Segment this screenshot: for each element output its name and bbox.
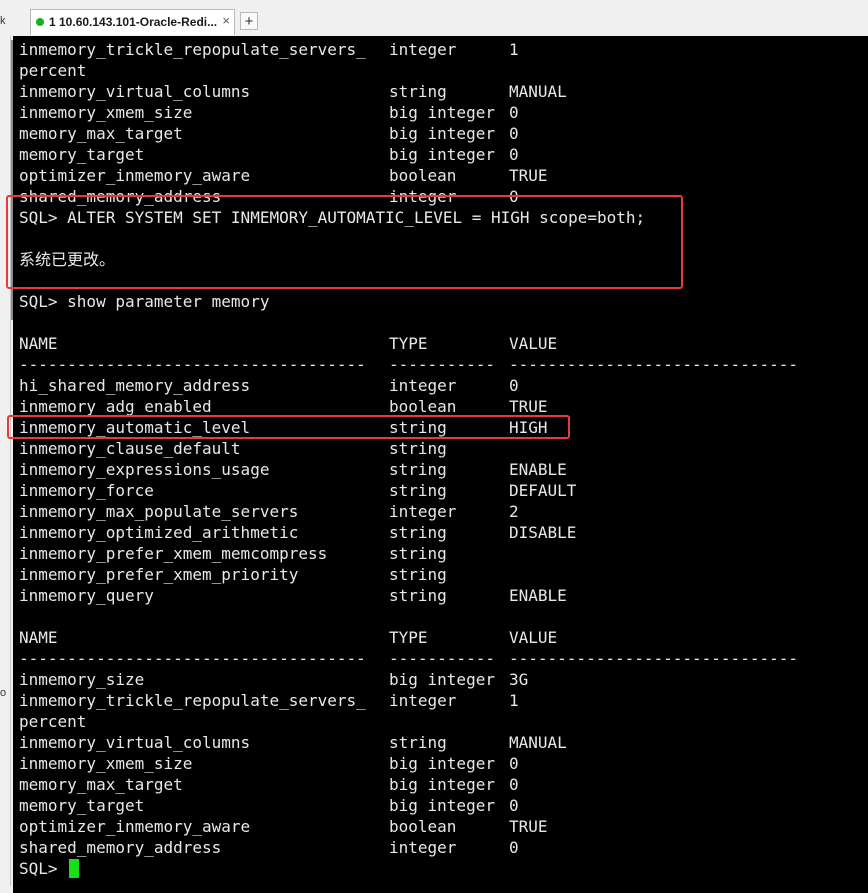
parameter-value: 0 bbox=[509, 838, 519, 857]
parameter-type: string bbox=[389, 733, 447, 752]
parameter-value: 0 bbox=[509, 796, 519, 815]
parameter-type: big integer bbox=[389, 775, 495, 794]
header-type: TYPE bbox=[389, 334, 428, 353]
gutter-mark-top: k bbox=[0, 15, 6, 27]
gutter-mark-mid: o bbox=[0, 687, 7, 699]
close-tab-icon[interactable]: × bbox=[222, 13, 230, 28]
parameter-value: TRUE bbox=[509, 166, 548, 185]
header-value: VALUE bbox=[509, 334, 558, 353]
parameter-type: big integer bbox=[389, 796, 495, 815]
parameter-type: boolean bbox=[389, 397, 457, 416]
parameter-name: memory_target bbox=[19, 145, 145, 164]
parameter-type: integer bbox=[389, 838, 457, 857]
header-name: NAME bbox=[19, 334, 58, 353]
parameter-name: inmemory_query bbox=[19, 586, 154, 605]
separator-value: ------------------------------ bbox=[509, 355, 798, 374]
parameter-value: ENABLE bbox=[509, 460, 567, 479]
parameter-name: inmemory_adg_enabled bbox=[19, 397, 212, 416]
session-tab-title: 1 10.60.143.101-Oracle-Redi... bbox=[49, 15, 218, 29]
parameter-value: 0 bbox=[509, 754, 519, 773]
highlight-box-automatic-level bbox=[7, 415, 570, 439]
parameter-name: percent bbox=[19, 61, 87, 80]
parameter-type: integer bbox=[389, 376, 457, 395]
parameter-value: 0 bbox=[509, 103, 519, 122]
header-name: NAME bbox=[19, 628, 58, 647]
parameter-name: memory_max_target bbox=[19, 124, 183, 143]
parameter-name: inmemory_force bbox=[19, 481, 154, 500]
parameter-name: memory_target bbox=[19, 796, 145, 815]
header-type: TYPE bbox=[389, 628, 428, 647]
parameter-name: inmemory_clause_default bbox=[19, 439, 241, 458]
parameter-value: DEFAULT bbox=[509, 481, 577, 500]
parameter-type: string bbox=[389, 481, 447, 500]
parameter-type: string bbox=[389, 82, 447, 101]
parameter-name: inmemory_virtual_columns bbox=[19, 82, 251, 101]
parameter-value: MANUAL bbox=[509, 82, 567, 101]
parameter-type: integer bbox=[389, 691, 457, 710]
terminal-output[interactable]: inmemory_trickle_repopulate_servers_inte… bbox=[6, 36, 868, 893]
parameter-type: boolean bbox=[389, 817, 457, 836]
parameter-name: inmemory_trickle_repopulate_servers_ bbox=[19, 691, 366, 710]
parameter-name: hi_shared_memory_address bbox=[19, 376, 251, 395]
parameter-type: string bbox=[389, 565, 447, 584]
highlight-box-alter-command bbox=[6, 195, 683, 289]
connected-status-icon bbox=[36, 18, 44, 26]
parameter-name: inmemory_prefer_xmem_memcompress bbox=[19, 544, 328, 563]
parameter-value: 3G bbox=[509, 670, 529, 689]
parameter-name: inmemory_prefer_xmem_priority bbox=[19, 565, 299, 584]
parameter-type: integer bbox=[389, 502, 457, 521]
parameter-type: string bbox=[389, 586, 447, 605]
left-gutter: k o bbox=[0, 0, 14, 893]
parameter-name: inmemory_max_populate_servers bbox=[19, 502, 299, 521]
parameter-name: optimizer_inmemory_aware bbox=[19, 166, 251, 185]
separator-type: ----------- bbox=[389, 649, 495, 668]
parameter-name: inmemory_trickle_repopulate_servers_ bbox=[19, 40, 366, 59]
parameter-type: boolean bbox=[389, 166, 457, 185]
parameter-value: 2 bbox=[509, 502, 519, 521]
session-tab[interactable]: 1 10.60.143.101-Oracle-Redi... × bbox=[30, 9, 235, 35]
parameter-type: big integer bbox=[389, 754, 495, 773]
parameter-name: percent bbox=[19, 712, 87, 731]
show-parameter-command: SQL> show parameter memory bbox=[19, 292, 270, 311]
parameter-name: inmemory_expressions_usage bbox=[19, 460, 270, 479]
parameter-type: string bbox=[389, 544, 447, 563]
sql-prompt: SQL> bbox=[19, 859, 68, 878]
parameter-value: MANUAL bbox=[509, 733, 567, 752]
separator-value: ------------------------------ bbox=[509, 649, 798, 668]
parameter-name: shared_memory_address bbox=[19, 838, 222, 857]
parameter-type: big integer bbox=[389, 670, 495, 689]
parameter-type: big integer bbox=[389, 145, 495, 164]
separator-name: ------------------------------------ bbox=[19, 355, 366, 374]
tab-bar: 1 10.60.143.101-Oracle-Redi... × + bbox=[13, 0, 868, 37]
parameter-type: string bbox=[389, 460, 447, 479]
parameter-value: 1 bbox=[509, 691, 519, 710]
header-value: VALUE bbox=[509, 628, 558, 647]
parameter-value: TRUE bbox=[509, 817, 548, 836]
parameter-name: inmemory_virtual_columns bbox=[19, 733, 251, 752]
parameter-value: 0 bbox=[509, 124, 519, 143]
parameter-name: inmemory_xmem_size bbox=[19, 754, 193, 773]
parameter-value: 0 bbox=[509, 376, 519, 395]
parameter-name: inmemory_xmem_size bbox=[19, 103, 193, 122]
parameter-value: 0 bbox=[509, 145, 519, 164]
parameter-name: inmemory_size bbox=[19, 670, 145, 689]
parameter-type: big integer bbox=[389, 124, 495, 143]
parameter-type: string bbox=[389, 523, 447, 542]
parameter-type: integer bbox=[389, 40, 457, 59]
separator-name: ------------------------------------ bbox=[19, 649, 366, 668]
parameter-type: string bbox=[389, 439, 447, 458]
parameter-name: inmemory_optimized_arithmetic bbox=[19, 523, 299, 542]
parameter-name: optimizer_inmemory_aware bbox=[19, 817, 251, 836]
parameter-value: 0 bbox=[509, 775, 519, 794]
parameter-name: memory_max_target bbox=[19, 775, 183, 794]
parameter-value: TRUE bbox=[509, 397, 548, 416]
separator-type: ----------- bbox=[389, 355, 495, 374]
parameter-value: ENABLE bbox=[509, 586, 567, 605]
parameter-type: big integer bbox=[389, 103, 495, 122]
add-tab-button[interactable]: + bbox=[240, 12, 258, 30]
parameter-value: DISABLE bbox=[509, 523, 577, 542]
terminal-cursor bbox=[69, 859, 79, 878]
parameter-value: 1 bbox=[509, 40, 519, 59]
